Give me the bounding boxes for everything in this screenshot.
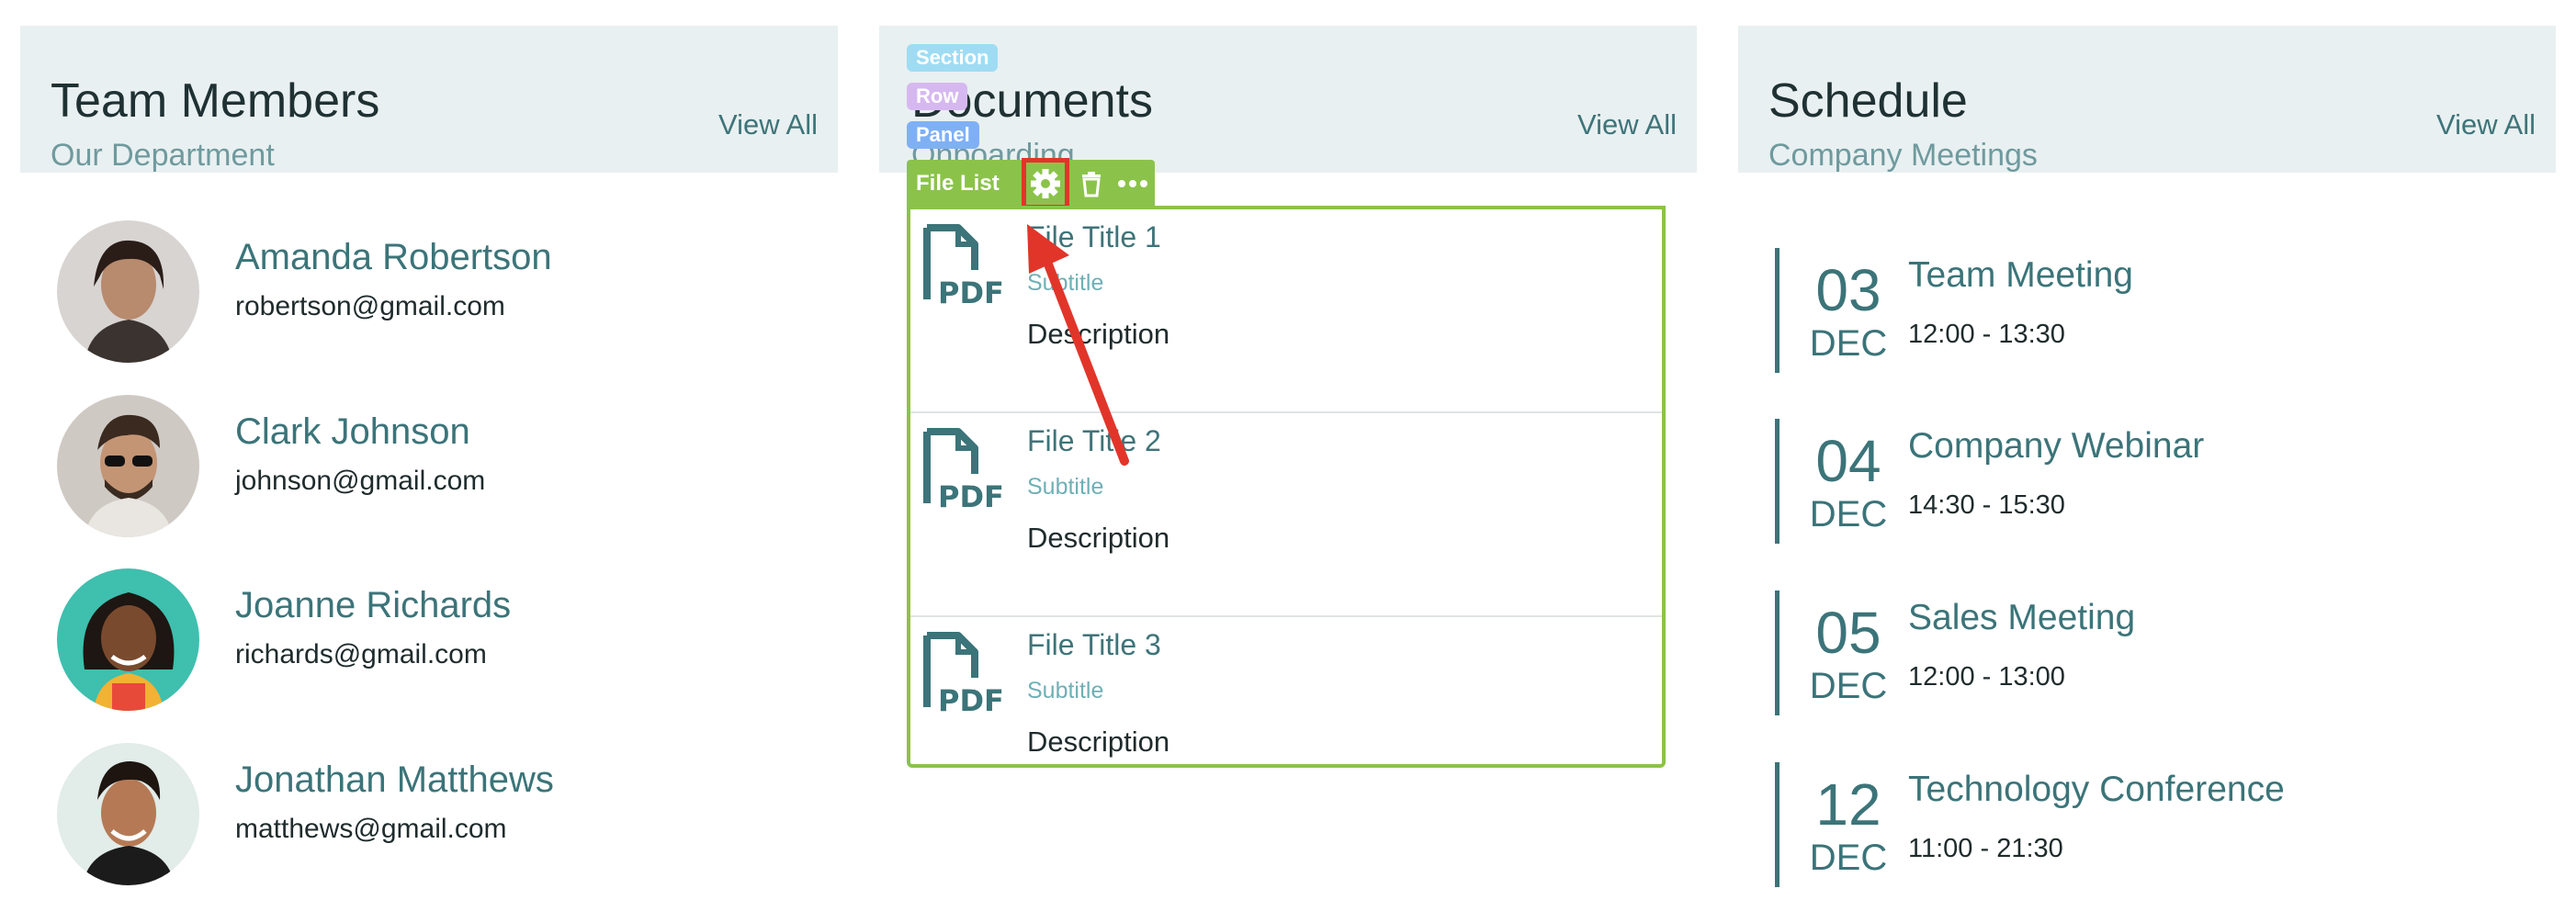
event-day: 03 [1815,257,1881,323]
file-description: Description [1027,522,1170,554]
avatar [57,395,199,537]
team-members-panel: Team Members Our Department View All Ama… [20,0,838,885]
member-item[interactable]: Amanda Robertson robertson@gmail.com [57,220,792,367]
avatar [57,568,199,711]
event-time: 14:30 - 15:30 [1908,490,2065,520]
event-day: 12 [1815,771,1881,838]
documents-panel: Documents Onboarding View All Section Ro… [879,0,1697,880]
event-time: 11:00 - 21:30 [1908,834,2063,863]
event-title[interactable]: Sales Meeting [1908,600,2135,636]
more-icon[interactable] [1113,169,1152,198]
event-month: DEC [1809,666,1888,706]
event-title[interactable]: Team Meeting [1908,257,2133,293]
documents-header: Documents Onboarding View All [879,26,1697,173]
event-item[interactable]: 03 DEC Team Meeting 12:00 - 13:30 [1775,248,2528,386]
file-item[interactable]: PDF File Title 1 Subtitle Description [910,209,1662,413]
panel-subtitle: Company Meetings [1768,138,2038,173]
file-description: Description [1027,318,1170,350]
view-all-link[interactable]: View All [1577,110,1677,139]
member-item[interactable]: Jonathan Matthews matthews@gmail.com [57,743,792,890]
event-day: 05 [1815,600,1881,666]
pdf-label: PDF [938,276,1002,310]
event-time: 12:00 - 13:00 [1908,662,2065,692]
event-month: DEC [1809,494,1888,534]
panel-subtitle: Our Department [51,138,275,173]
trash-icon[interactable] [1077,169,1106,198]
event-item[interactable]: 05 DEC Sales Meeting 12:00 - 13:00 [1775,591,2528,728]
event-time: 12:00 - 13:30 [1908,320,2065,349]
event-title[interactable]: Company Webinar [1908,428,2204,464]
member-item[interactable]: Joanne Richards richards@gmail.com [57,568,792,715]
event-accent-bar [1775,248,1779,373]
member-email: robertson@gmail.com [235,291,505,321]
file-list: PDF File Title 1 Subtitle Description PD… [907,206,1666,768]
member-email: johnson@gmail.com [235,466,486,496]
event-item[interactable]: 04 DEC Company Webinar 14:30 - 15:30 [1775,419,2528,557]
member-email: matthews@gmail.com [235,814,507,844]
event-accent-bar [1775,591,1779,715]
builder-section-tag[interactable]: Section [907,44,999,72]
member-email: richards@gmail.com [235,639,487,669]
event-accent-bar [1775,419,1779,544]
pdf-file-icon: PDF [918,222,1004,314]
file-title[interactable]: File Title 2 [1027,426,1161,456]
file-item[interactable]: PDF File Title 3 Subtitle Description [910,617,1662,764]
schedule-panel: Schedule Company Meetings View All 03 DE… [1738,0,2556,887]
panel-title: Schedule [1768,74,1968,128]
pdf-label: PDF [938,479,1002,514]
view-all-link[interactable]: View All [718,110,818,139]
file-item[interactable]: PDF File Title 2 Subtitle Description [910,413,1662,617]
member-name[interactable]: Joanne Richards [235,587,511,624]
event-accent-bar [1775,762,1779,887]
event-month: DEC [1809,838,1888,878]
file-list-toolbar: File List [907,158,1155,209]
file-subtitle: Subtitle [1027,270,1104,296]
view-all-link[interactable]: View All [2436,110,2536,139]
file-description: Description [1027,726,1170,758]
member-name[interactable]: Clark Johnson [235,413,470,450]
pdf-label: PDF [938,683,1002,718]
member-name[interactable]: Jonathan Matthews [235,761,554,798]
file-title[interactable]: File Title 1 [1027,222,1161,252]
avatar [57,743,199,885]
builder-row-tag[interactable]: Row [907,83,968,110]
file-list-label[interactable]: File List [916,160,1000,208]
schedule-header: Schedule Company Meetings View All [1738,26,2556,173]
avatar [57,220,199,363]
file-title[interactable]: File Title 3 [1027,630,1161,659]
builder-panel-tag[interactable]: Panel [907,121,979,149]
event-month: DEC [1809,323,1888,364]
gear-icon[interactable] [1022,158,1069,209]
file-subtitle: Subtitle [1027,474,1104,500]
event-day: 04 [1815,428,1881,494]
event-title[interactable]: Technology Conference [1908,771,2285,807]
member-item[interactable]: Clark Johnson johnson@gmail.com [57,395,792,542]
pdf-file-icon: PDF [918,426,1004,518]
file-subtitle: Subtitle [1027,678,1104,703]
team-members-header: Team Members Our Department View All [20,26,838,173]
member-name[interactable]: Amanda Robertson [235,239,552,276]
panel-title: Team Members [51,74,380,128]
pdf-file-icon: PDF [918,630,1004,722]
